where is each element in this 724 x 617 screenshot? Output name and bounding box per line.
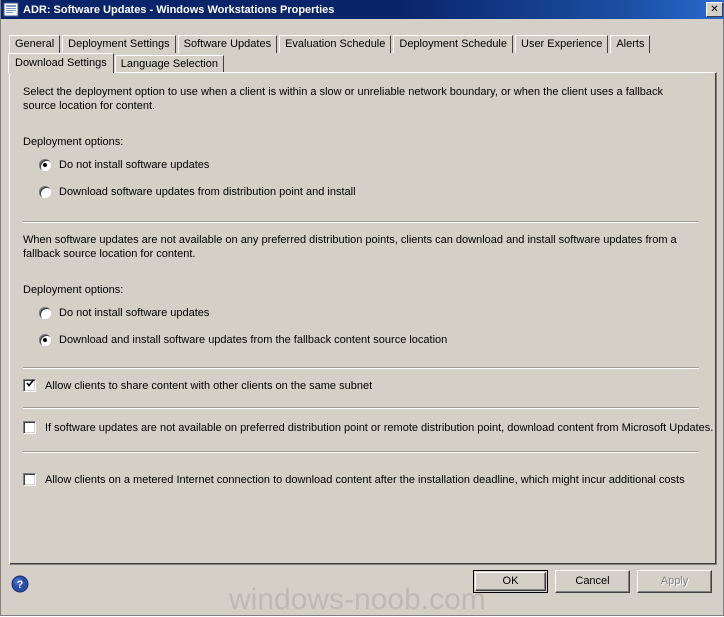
checkbox-metered-connection-icon[interactable] — [23, 473, 36, 486]
deployment-options-label-1: Deployment options: — [23, 136, 124, 148]
radio-row-download-from-fallback[interactable]: Download and install software updates fr… — [39, 334, 447, 346]
radio-row-do-not-install-slow[interactable]: Do not install software updates — [39, 159, 209, 171]
separator-4 — [23, 451, 699, 453]
title-bar: ADR: Software Updates - Windows Workstat… — [1, 0, 724, 19]
checkbox-share-content-icon[interactable] — [23, 379, 36, 392]
cancel-button[interactable]: Cancel — [555, 570, 630, 593]
fallback-description: When software updates are not available … — [23, 234, 677, 260]
tab-software-updates[interactable]: Software Updates — [177, 35, 278, 53]
tab-general[interactable]: General — [9, 35, 61, 53]
window-title: ADR: Software Updates - Windows Workstat… — [23, 3, 335, 16]
tab-user-experience[interactable]: User Experience — [515, 35, 609, 53]
properties-dialog-window: ADR: Software Updates - Windows Workstat… — [0, 0, 724, 616]
radio-row-do-not-install-fallback[interactable]: Do not install software updates — [39, 307, 209, 319]
radio-label-download-from-fallback: Download and install software updates fr… — [59, 334, 448, 346]
checkbox-row-metered-connection[interactable]: Allow clients on a metered Internet conn… — [23, 473, 685, 486]
titlebar-button-group: ✕ — [706, 2, 723, 17]
checkbox-label-microsoft-updates: If software updates are not available on… — [45, 421, 714, 434]
checkbox-row-share-content[interactable]: Allow clients to share content with othe… — [23, 379, 372, 392]
deployment-options-label-2: Deployment options: — [23, 284, 124, 296]
radio-label-do-not-install-fallback: Do not install software updates — [59, 307, 210, 319]
tab-language-selection[interactable]: Language Selection — [114, 55, 224, 73]
tab-evaluation-schedule[interactable]: Evaluation Schedule — [279, 35, 392, 53]
tab-content-inner: Select the deployment option to use when… — [10, 73, 716, 564]
tab-content-panel: Select the deployment option to use when… — [9, 72, 717, 565]
tab-deployment-settings[interactable]: Deployment Settings — [62, 35, 176, 53]
checkbox-label-metered-connection: Allow clients on a metered Internet conn… — [45, 473, 685, 486]
tab-row-2: Download Settings Language Selection — [8, 53, 226, 73]
checkbox-label-share-content: Allow clients to share content with othe… — [45, 379, 373, 392]
radio-row-download-from-dp[interactable]: Download software updates from distribut… — [39, 186, 356, 198]
close-icon[interactable]: ✕ — [706, 2, 723, 17]
ok-button[interactable]: OK — [473, 570, 548, 593]
separator-1 — [23, 221, 699, 223]
checkbox-row-microsoft-updates[interactable]: If software updates are not available on… — [23, 421, 713, 434]
checkbox-microsoft-updates-icon[interactable] — [23, 421, 36, 434]
radio-do-not-install-slow-icon[interactable] — [39, 159, 51, 171]
ok-button-label: OK — [475, 572, 546, 591]
tab-alerts[interactable]: Alerts — [610, 35, 651, 53]
separator-2 — [23, 367, 699, 369]
svg-text:?: ? — [17, 579, 24, 591]
separator-3 — [23, 407, 699, 409]
tab-download-settings[interactable]: Download Settings — [8, 53, 114, 73]
apply-button[interactable]: Apply — [637, 570, 712, 593]
radio-label-download-from-dp: Download software updates from distribut… — [59, 186, 356, 198]
properties-document-icon — [3, 2, 19, 17]
radio-download-from-dp-icon[interactable] — [39, 186, 51, 198]
site-watermark: windows-noob.com — [229, 583, 486, 616]
tab-deployment-schedule[interactable]: Deployment Schedule — [393, 35, 513, 53]
radio-label-do-not-install-slow: Do not install software updates — [59, 159, 210, 171]
help-question-icon[interactable]: ? — [11, 575, 29, 593]
radio-download-from-fallback-icon[interactable] — [39, 334, 51, 346]
tab-strip: General Deployment Settings Software Upd… — [8, 33, 717, 73]
tab-row-1: General Deployment Settings Software Upd… — [9, 33, 652, 53]
radio-do-not-install-fallback-icon[interactable] — [39, 307, 51, 319]
intro-description: Select the deployment option to use when… — [23, 86, 663, 112]
